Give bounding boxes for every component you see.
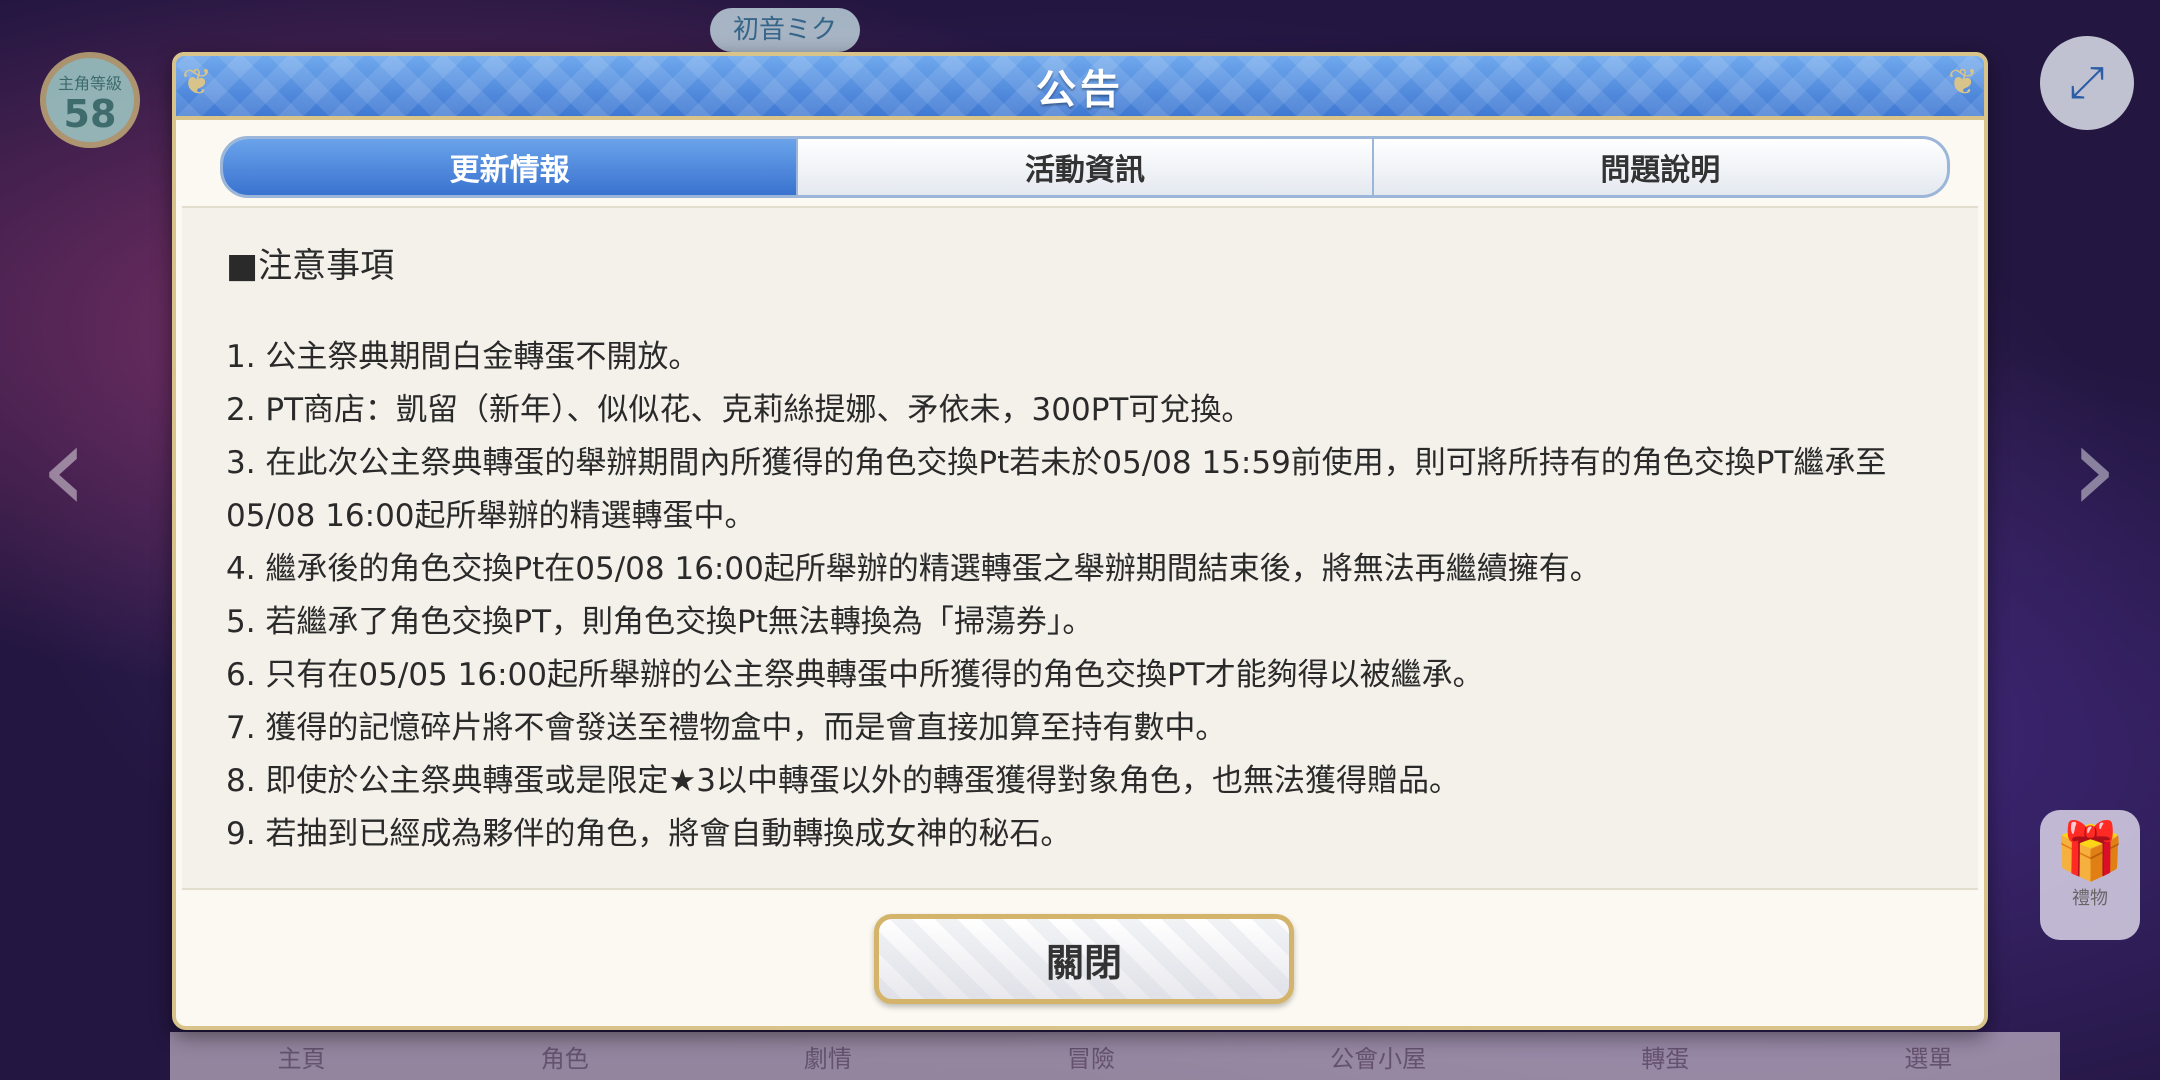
collab-badge: 初音ミク <box>710 8 860 52</box>
chevron-left-icon: ‹ <box>40 400 88 539</box>
tab-event-info[interactable]: 活動資訊 <box>796 139 1371 195</box>
corner-ornament-icon: ❦ <box>1948 62 1979 103</box>
nav-item-home: 主頁 <box>277 1044 326 1073</box>
nav-item-characters: 角色 <box>540 1044 589 1073</box>
expand-icon: ⤢ <box>2040 36 2134 130</box>
nav-item-adventure: 冒險 <box>1066 1044 1115 1073</box>
gift-label: 禮物 <box>2072 888 2108 909</box>
tab-bar: 更新情報 活動資訊 問題說明 <box>220 136 1950 198</box>
tab-faq[interactable]: 問題說明 <box>1371 139 1947 195</box>
gift-box-button: 🎁 禮物 <box>2040 810 2140 940</box>
corner-ornament-icon: ❦ <box>182 62 213 103</box>
bottom-nav: 主頁 角色 劇情 冒險 公會小屋 轉蛋 選單 <box>170 1032 2060 1080</box>
nav-item-menu: 選單 <box>1904 1044 1953 1073</box>
player-level-badge: 主角等級 58 <box>40 52 140 148</box>
dialog-title: 公告 <box>1036 67 1124 113</box>
announcement-content[interactable]: ■注意事項 1. 公主祭典期間白金轉蛋不開放。 2. PT商店：凱留（新年）、似… <box>182 206 1978 890</box>
notice-line: 3. 在此次公主祭典轉蛋的舉辦期間內所獲得的角色交換Pt若未於05/08 15:… <box>226 445 1887 534</box>
notice-line: 8. 即使於公主祭典轉蛋或是限定★3以中轉蛋以外的轉蛋獲得對象角色，也無法獲得贈… <box>226 763 1460 799</box>
tab-update-info[interactable]: 更新情報 <box>223 139 797 195</box>
notice-line: 9. 若抽到已經成為夥伴的角色，將會自動轉換成女神的秘石。 <box>226 816 1072 852</box>
dialog-header: ❦ 公告 ❦ <box>172 52 1988 120</box>
notice-line: 4. 繼承後的角色交換Pt在05/08 16:00起所舉辦的精選轉蛋之舉辦期間結… <box>226 551 1601 587</box>
notice-line: 2. PT商店：凱留（新年）、似似花、克莉絲提娜、矛依未，300PT可兌換。 <box>226 392 1253 428</box>
player-level-value: 58 <box>63 92 117 136</box>
nav-item-story: 劇情 <box>803 1044 852 1073</box>
notice-line: 1. 公主祭典期間白金轉蛋不開放。 <box>226 339 700 375</box>
gift-icon: 🎁 <box>2055 819 2125 884</box>
chevron-right-icon: › <box>2070 400 2118 539</box>
announcement-dialog: ❦ 公告 ❦ 更新情報 活動資訊 問題說明 ■注意事項 1. 公主祭典期間白金轉… <box>172 52 1988 1030</box>
nav-item-gacha: 轉蛋 <box>1641 1044 1690 1073</box>
section-heading: ■注意事項 <box>226 246 395 286</box>
notice-line: 6. 只有在05/05 16:00起所舉辦的公主祭典轉蛋中所獲得的角色交換PT才… <box>226 657 1484 693</box>
close-button[interactable]: 關閉 <box>874 914 1294 1004</box>
notice-line: 7. 獲得的記憶碎片將不會發送至禮物盒中，而是會直接加算至持有數中。 <box>226 710 1227 746</box>
player-level-label: 主角等級 <box>57 74 122 93</box>
notice-line: 5. 若繼承了角色交換PT，則角色交換Pt無法轉換為「掃蕩券」。 <box>226 604 1094 640</box>
nav-item-guild-house: 公會小屋 <box>1330 1044 1427 1073</box>
